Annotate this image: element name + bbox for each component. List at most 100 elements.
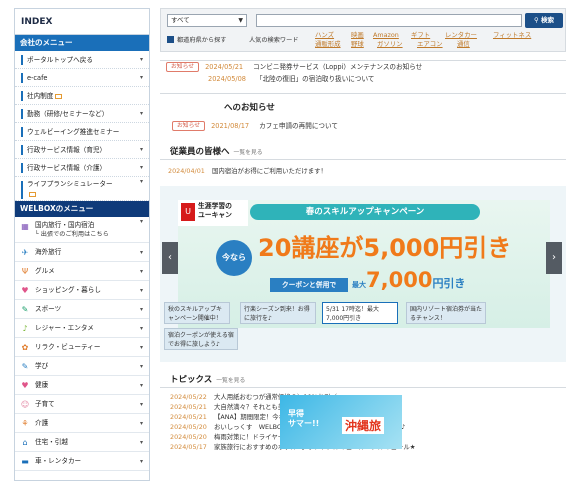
- sidebar-item-health[interactable]: ♥ 健康 ▾: [15, 376, 149, 395]
- topics-title-text: トピックス: [170, 375, 213, 385]
- sidebar-item-learning[interactable]: ✎ 学び ▾: [15, 357, 149, 376]
- sidebar-item-portal-top[interactable]: ポータルトップへ戻る ▾: [15, 51, 149, 69]
- business-trip-link[interactable]: └ 出張でのご利用はこちら: [35, 230, 149, 240]
- bullet-bar-icon: [21, 73, 23, 83]
- employee-title-text: 従業員の皆様へ: [170, 147, 230, 157]
- ucan-logo: U 生涯学習の ユーキャン: [178, 200, 248, 226]
- carousel-thumb[interactable]: 秋のスキルアップキャンペーン開催中！: [164, 302, 230, 324]
- chevron-down-icon: ▾: [139, 306, 143, 313]
- keyword-link[interactable]: レンタカー: [445, 31, 477, 39]
- sidebar-item-sports[interactable]: ✎ スポーツ ▾: [15, 300, 149, 319]
- search-input[interactable]: [256, 14, 522, 27]
- chevron-down-icon: ▾: [139, 56, 143, 63]
- banner-main-offer: 20講座が5,000円引き: [258, 234, 512, 262]
- external-link-icon: [55, 93, 63, 99]
- sidebar-item-childcare-info[interactable]: 行政サービス情報（育児） ▾: [15, 141, 149, 159]
- topic-date: 2024/05/17: [170, 443, 207, 451]
- bullet-bar-icon: [21, 145, 23, 155]
- baby-icon: ☺: [20, 400, 30, 409]
- keyword-link[interactable]: 通信: [457, 40, 470, 48]
- more-link[interactable]: 一覧を見る: [234, 150, 263, 156]
- sidebar-item-ecafe[interactable]: e-cafe ▾: [15, 69, 149, 87]
- topic-date: 2024/05/21: [170, 413, 207, 421]
- chevron-down-icon: ▾: [139, 458, 143, 465]
- list-item[interactable]: お知らせ 2021/08/17 カフェ申請の再開について: [160, 120, 566, 132]
- carousel-thumb-active[interactable]: 5/31 17時迄！最大7,000円引き: [322, 302, 398, 324]
- banner-sub-amount: 7,000: [366, 268, 433, 292]
- bullet-bar-icon: [21, 181, 23, 199]
- sidebar-index-title: INDEX: [15, 9, 149, 35]
- keyword-link[interactable]: ガソリン: [377, 40, 403, 48]
- employee-title: 従業員の皆様へ 一覧を見る: [160, 144, 566, 160]
- sidebar-item-relax[interactable]: ✿ リラク・ビューティー ▾: [15, 338, 149, 357]
- banner-headline: 春のスキルアップキャンペーン: [250, 204, 480, 220]
- employee-text: 国内宿泊がお得にご利用いただけます！: [212, 167, 327, 175]
- news-text: コンビニ発券サービス（Loppi）メンテナンスのお知らせ: [253, 63, 423, 71]
- chevron-down-icon: ▾: [139, 325, 143, 332]
- keyword-link[interactable]: エアコン: [417, 40, 443, 48]
- banner-now-badge: 今なら: [216, 240, 252, 276]
- okinawa-side-banner[interactable]: 早得 サマー!! 沖縄旅: [280, 395, 402, 449]
- sidebar-item-work[interactable]: 勤務（研修/セミナーなど） ▾: [15, 105, 149, 123]
- sidebar-item-label: ライフプランシミュレーター: [27, 180, 113, 188]
- house-icon: ⌂: [22, 438, 28, 447]
- notice-section: へのお知らせ お知らせ 2021/08/17 カフェ申請の再開について: [160, 93, 566, 132]
- welbox-menu-header: WELBOXのメニュー: [15, 201, 149, 217]
- sidebar-item-childcare[interactable]: ☺ 子育て ▾: [15, 395, 149, 414]
- sidebar-item-nursing[interactable]: ⚘ 介護 ▾: [15, 414, 149, 433]
- carousel-thumb[interactable]: 行楽シーズン到来！お得に旅行を♪: [240, 302, 316, 324]
- carousel-next-button[interactable]: ›: [546, 242, 562, 274]
- sidebar-item-car[interactable]: ▬ 車・レンタカー ▾: [15, 452, 149, 471]
- carousel-thumb[interactable]: 国内リゾート宿泊券が当たるチャンス！: [406, 302, 486, 324]
- sidebar-item-lifeplan[interactable]: ライフプランシミュレーター ▾: [15, 177, 149, 201]
- keyword-link[interactable]: 野球: [351, 40, 364, 48]
- search-button[interactable]: ⚲ 検索: [525, 13, 563, 28]
- chevron-down-icon: ▾: [139, 146, 143, 153]
- list-item[interactable]: 2024/05/08 「北陸の復旧」の宿泊取り扱いについて: [160, 73, 566, 85]
- notice-title: へのお知らせ: [224, 103, 275, 113]
- sidebar-item-overseas-travel[interactable]: ✈ 海外旅行 ▾: [15, 243, 149, 262]
- carousel-prev-button[interactable]: ‹: [162, 242, 178, 274]
- prefecture-search-link[interactable]: 都道府県から探す: [167, 35, 227, 44]
- chevron-down-icon: ▾: [139, 178, 143, 185]
- carousel-thumbnails: 秋のスキルアップキャンペーン開催中！ 行楽シーズン到来！お得に旅行を♪ 5/31…: [160, 296, 566, 350]
- sidebar-item-label: レジャー・エンタメ: [35, 324, 94, 332]
- main-content: すべて ▼ ⚲ 検索 都道府県から探す 人気の検索ワード ハンズ 映画 Amazo…: [160, 8, 566, 452]
- list-item[interactable]: 2024/04/01 国内宿泊がお得にご利用いただけます！: [160, 166, 566, 176]
- search-bar: すべて ▼ ⚲ 検索 都道府県から探す 人気の検索ワード ハンズ 映画 Amazo…: [160, 8, 566, 52]
- keyword-link[interactable]: ハンズ: [315, 31, 334, 39]
- keyword-link[interactable]: 通販形成: [315, 40, 341, 48]
- sidebar-item-label: 住宅・引越: [35, 438, 68, 446]
- keyword-link[interactable]: 映画: [351, 31, 364, 39]
- sidebar-item-gourmet[interactable]: Ψ グルメ ▾: [15, 262, 149, 281]
- map-icon: [167, 36, 174, 43]
- chevron-down-icon: ▼: [238, 17, 243, 24]
- keyword-link[interactable]: ギフト: [411, 31, 430, 39]
- info-badge: お知らせ: [166, 62, 200, 72]
- sidebar-item-domestic-travel[interactable]: ▦ 国内旅行・国内宿泊 ▾ └ 出張でのご利用はこちら: [15, 217, 149, 243]
- sidebar-item-label: ウェルビーイング推進セミナー: [27, 128, 120, 136]
- logo-text: 生涯学習の ユーキャン: [198, 202, 232, 219]
- sidebar-item-wellbeing[interactable]: ウェルビーイング推進セミナー: [15, 123, 149, 141]
- topics-title: トピックス 一覧を見る: [160, 372, 566, 388]
- chevron-down-icon: ▾: [139, 287, 143, 294]
- sidebar-item-company-system[interactable]: 社内制度: [15, 87, 149, 105]
- topic-date: 2024/05/20: [170, 433, 207, 441]
- category-select[interactable]: すべて ▼: [167, 14, 247, 27]
- sidebar-item-leisure[interactable]: ♪ レジャー・エンタメ ▾: [15, 319, 149, 338]
- banner-coupon-label: クーポンと併用で: [270, 278, 348, 292]
- sidebar-item-shopping[interactable]: ♥ ショッピング・暮らし ▾: [15, 281, 149, 300]
- carousel-thumb[interactable]: 宿泊クーポンが使える宿でお得に旅しよう♪: [164, 328, 238, 350]
- sidebar-item-label: 海外旅行: [35, 248, 62, 256]
- airplane-icon: ✈: [21, 248, 29, 257]
- topic-date: 2024/05/21: [170, 403, 207, 411]
- utensils-icon: Ψ: [21, 267, 29, 276]
- keyword-link[interactable]: Amazon: [373, 31, 399, 39]
- list-item[interactable]: お知らせ 2024/05/21 コンビニ発券サービス（Loppi）メンテナンスのお知…: [160, 61, 566, 73]
- sidebar-item-nursing-info[interactable]: 行政サービス情報（介護） ▾: [15, 159, 149, 177]
- keyword-link[interactable]: フィットネス: [493, 31, 531, 39]
- news-date: 2024/05/21: [205, 63, 244, 71]
- sidebar-item-housing[interactable]: ⌂ 住宅・引越 ▾: [15, 433, 149, 452]
- sidebar-item-label: 勤務（研修/セミナーなど）: [27, 110, 109, 118]
- more-link[interactable]: 一覧を見る: [216, 378, 245, 384]
